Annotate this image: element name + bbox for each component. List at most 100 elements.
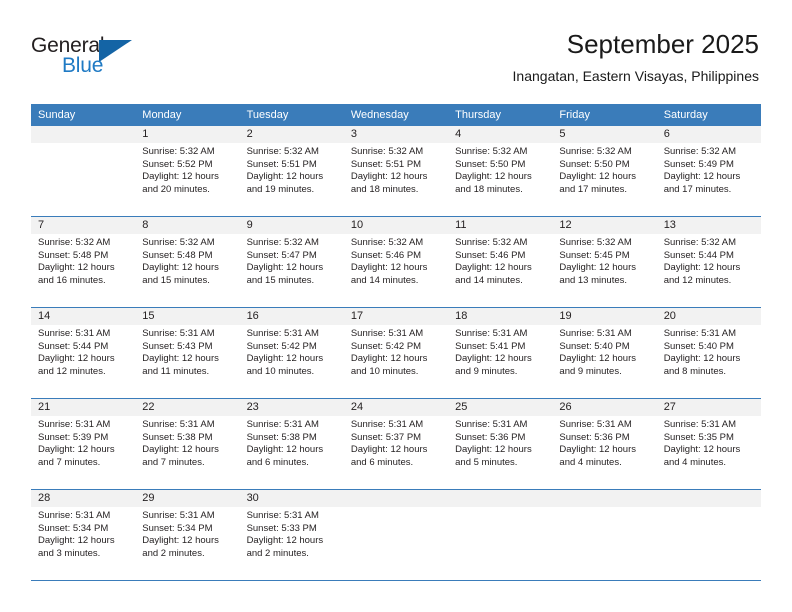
calendar-day-cell[interactable]: 6 Sunrise: 5:32 AM Sunset: 5:49 PM Daylight… [656, 126, 761, 217]
daylight-text-line1: Daylight: 12 hours [38, 535, 115, 547]
logo-triangle-icon [99, 40, 132, 62]
daylight-text-line2: and 13 minutes. [559, 274, 628, 286]
daylight-text-line1: Daylight: 12 hours [559, 444, 636, 456]
sunset-text: Sunset: 5:34 PM [142, 522, 213, 534]
sunset-text: Sunset: 5:51 PM [350, 158, 422, 170]
sunrise-text: Sunrise: 5:31 AM [350, 419, 424, 430]
daylight-text-line2: and 5 minutes. [455, 456, 518, 468]
day-details: Sunrise: 5:32 AM Sunset: 5:50 PM Daylight:… [448, 143, 552, 196]
calendar-day-cell[interactable]: 18 Sunrise: 5:31 AM Sunset: 5:41 PM Dayligh… [448, 307, 553, 399]
day-number [343, 490, 449, 507]
daylight-text-line2: and 10 minutes. [246, 365, 315, 377]
day-details: Sunrise: 5:31 AM Sunset: 5:36 PM Daylight:… [448, 416, 552, 469]
sunset-text: Sunset: 5:47 PM [246, 249, 317, 261]
calendar-day-cell[interactable]: 8 Sunrise: 5:32 AM Sunset: 5:48 PM Daylight… [135, 216, 240, 308]
day-number: 28 [31, 490, 136, 507]
day-number: 29 [135, 490, 240, 507]
day-details: Sunrise: 5:32 AM Sunset: 5:46 PM Daylight:… [448, 234, 552, 287]
daylight-text-line1: Daylight: 12 hours [246, 171, 324, 183]
calendar-day-cell[interactable]: 23 Sunrise: 5:31 AM Sunset: 5:38 PM Dayligh… [239, 398, 344, 490]
day-details: Sunrise: 5:31 AM Sunset: 5:35 PM Daylight:… [657, 416, 761, 469]
calendar-empty-cell [448, 489, 553, 581]
page-subtitle: Inangatan, Eastern Visayas, Philippines [512, 68, 759, 84]
sunrise-text: Sunrise: 5:31 AM [246, 328, 319, 339]
day-number: 11 [448, 217, 553, 234]
calendar-week-row: 7 Sunrise: 5:32 AM Sunset: 5:48 PM Daylight… [31, 216, 761, 308]
day-details: Sunrise: 5:31 AM Sunset: 5:44 PM Daylight:… [31, 325, 135, 378]
daylight-text-line1: Daylight: 12 hours [559, 262, 636, 274]
calendar-day-cell[interactable]: 5 Sunrise: 5:32 AM Sunset: 5:50 PM Daylight… [552, 126, 657, 217]
sunset-text: Sunset: 5:36 PM [559, 431, 630, 443]
calendar-day-cell[interactable]: 29 Sunrise: 5:31 AM Sunset: 5:34 PM Dayligh… [135, 489, 240, 581]
day-number: 30 [239, 490, 344, 507]
calendar-day-cell[interactable]: 17 Sunrise: 5:31 AM Sunset: 5:42 PM Dayligh… [343, 307, 449, 399]
daylight-text-line2: and 2 minutes. [246, 547, 309, 559]
daylight-text-line1: Daylight: 12 hours [142, 353, 219, 365]
day-number: 18 [448, 308, 553, 325]
calendar-day-cell[interactable]: 1 Sunrise: 5:32 AM Sunset: 5:52 PM Daylight… [135, 126, 240, 217]
sunrise-text: Sunrise: 5:32 AM [142, 237, 215, 248]
daylight-text-line2: and 2 minutes. [142, 547, 205, 559]
calendar-day-cell[interactable]: 26 Sunrise: 5:31 AM Sunset: 5:36 PM Dayligh… [552, 398, 657, 490]
daylight-text-line2: and 7 minutes. [38, 456, 101, 468]
calendar-empty-cell [552, 489, 657, 581]
sunrise-text: Sunrise: 5:31 AM [142, 510, 215, 521]
sunset-text: Sunset: 5:41 PM [455, 340, 526, 352]
calendar-day-cell[interactable]: 20 Sunrise: 5:31 AM Sunset: 5:40 PM Dayligh… [656, 307, 761, 399]
calendar-day-cell[interactable]: 9 Sunrise: 5:32 AM Sunset: 5:47 PM Daylight… [239, 216, 344, 308]
calendar-day-cell[interactable]: 21 Sunrise: 5:31 AM Sunset: 5:39 PM Dayligh… [31, 398, 136, 490]
calendar-day-cell[interactable]: 3 Sunrise: 5:32 AM Sunset: 5:51 PM Daylight… [343, 126, 449, 217]
sunset-text: Sunset: 5:42 PM [246, 340, 317, 352]
sunrise-text: Sunrise: 5:31 AM [350, 328, 424, 339]
calendar-day-cell[interactable]: 12 Sunrise: 5:32 AM Sunset: 5:45 PM Dayligh… [552, 216, 657, 308]
sunset-text: Sunset: 5:43 PM [142, 340, 213, 352]
calendar-day-cell[interactable]: 2 Sunrise: 5:32 AM Sunset: 5:51 PM Daylight… [239, 126, 344, 217]
daylight-text-line2: and 12 minutes. [663, 274, 732, 286]
sunrise-text: Sunrise: 5:31 AM [455, 419, 528, 430]
daylight-text-line2: and 4 minutes. [559, 456, 622, 468]
calendar-day-cell[interactable]: 25 Sunrise: 5:31 AM Sunset: 5:36 PM Dayligh… [448, 398, 553, 490]
calendar-day-cell[interactable]: 13 Sunrise: 5:32 AM Sunset: 5:44 PM Dayligh… [656, 216, 761, 308]
daylight-text-line2: and 16 minutes. [38, 274, 106, 286]
calendar-day-cell[interactable]: 22 Sunrise: 5:31 AM Sunset: 5:38 PM Dayligh… [135, 398, 240, 490]
calendar-day-cell[interactable]: 7 Sunrise: 5:32 AM Sunset: 5:48 PM Daylight… [31, 216, 136, 308]
daylight-text-line1: Daylight: 12 hours [455, 444, 532, 456]
calendar-day-cell[interactable]: 4 Sunrise: 5:32 AM Sunset: 5:50 PM Daylight… [448, 126, 553, 217]
day-number: 17 [343, 308, 449, 325]
sunrise-text: Sunrise: 5:31 AM [142, 328, 215, 339]
calendar-day-cell[interactable]: 30 Sunrise: 5:31 AM Sunset: 5:33 PM Dayligh… [239, 489, 344, 581]
calendar-week-row: 21 Sunrise: 5:31 AM Sunset: 5:39 PM Dayligh… [31, 398, 761, 490]
calendar-week-row: 28 Sunrise: 5:31 AM Sunset: 5:34 PM Dayligh… [31, 489, 761, 581]
daylight-text-line2: and 14 minutes. [350, 274, 419, 286]
day-number: 2 [239, 126, 344, 143]
calendar-day-cell[interactable]: 19 Sunrise: 5:31 AM Sunset: 5:40 PM Dayligh… [552, 307, 657, 399]
day-number: 26 [552, 399, 657, 416]
sunrise-text: Sunrise: 5:32 AM [350, 146, 424, 157]
day-details: Sunrise: 5:32 AM Sunset: 5:44 PM Daylight:… [657, 234, 761, 287]
sunrise-text: Sunrise: 5:31 AM [246, 419, 319, 430]
calendar-day-cell[interactable]: 24 Sunrise: 5:31 AM Sunset: 5:37 PM Dayligh… [343, 398, 449, 490]
sunrise-text: Sunrise: 5:32 AM [559, 237, 632, 248]
day-details: Sunrise: 5:31 AM Sunset: 5:33 PM Daylight:… [240, 507, 344, 560]
daylight-text-line1: Daylight: 12 hours [455, 171, 532, 183]
day-number: 4 [448, 126, 553, 143]
day-number: 7 [31, 217, 136, 234]
daylight-text-line1: Daylight: 12 hours [350, 171, 428, 183]
calendar-day-cell[interactable]: 14 Sunrise: 5:31 AM Sunset: 5:44 PM Dayligh… [31, 307, 136, 399]
day-number: 3 [343, 126, 449, 143]
sunset-text: Sunset: 5:38 PM [246, 431, 317, 443]
calendar-day-cell[interactable]: 15 Sunrise: 5:31 AM Sunset: 5:43 PM Dayligh… [135, 307, 240, 399]
sunrise-text: Sunrise: 5:32 AM [455, 146, 528, 157]
day-number: 20 [656, 308, 761, 325]
calendar-day-cell[interactable]: 11 Sunrise: 5:32 AM Sunset: 5:46 PM Dayligh… [448, 216, 553, 308]
title-block: September 2025 Inangatan, Eastern Visaya… [513, 28, 759, 86]
sunset-text: Sunset: 5:39 PM [38, 431, 109, 443]
calendar-day-cell[interactable]: 28 Sunrise: 5:31 AM Sunset: 5:34 PM Dayligh… [31, 489, 136, 581]
daylight-text-line2: and 3 minutes. [38, 547, 101, 559]
general-blue-logo[interactable]: General Blue [31, 34, 161, 84]
calendar-day-cell[interactable]: 27 Sunrise: 5:31 AM Sunset: 5:35 PM Dayligh… [656, 398, 761, 490]
calendar-day-cell[interactable]: 16 Sunrise: 5:31 AM Sunset: 5:42 PM Dayligh… [239, 307, 344, 399]
daylight-text-line1: Daylight: 12 hours [38, 444, 115, 456]
calendar-day-cell[interactable]: 10 Sunrise: 5:32 AM Sunset: 5:46 PM Dayligh… [343, 216, 449, 308]
sunset-text: Sunset: 5:36 PM [455, 431, 526, 443]
